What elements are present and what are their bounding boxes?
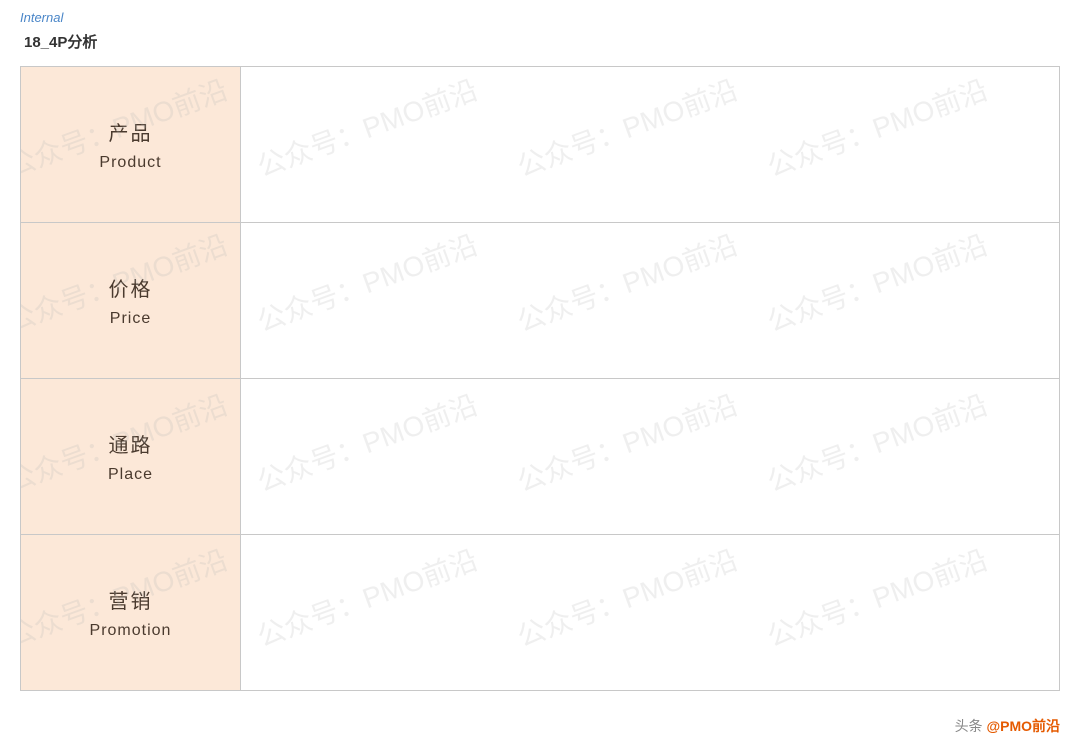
price-en: Price	[110, 310, 151, 328]
place-label-cell: 通路 Place	[21, 379, 241, 534]
price-label-cell: 价格 Price	[21, 223, 241, 378]
product-label-cell: 产品 Product	[21, 67, 241, 222]
product-content-cell[interactable]	[241, 67, 1059, 222]
product-row: 产品 Product	[21, 67, 1059, 223]
place-zh: 通路	[109, 429, 153, 458]
place-content-cell[interactable]	[241, 379, 1059, 534]
analysis-table: 公众号：PMO前沿 公众号：PMO前沿 公众号：PMO前沿 公众号：PMO前沿 …	[20, 66, 1060, 691]
place-en: Place	[108, 466, 153, 484]
promotion-row: 营销 Promotion	[21, 535, 1059, 690]
product-en: Product	[99, 154, 161, 172]
internal-label: Internal	[20, 10, 1060, 25]
promotion-content-cell[interactable]	[241, 535, 1059, 690]
footer-watermark: 头条 @PMO前沿	[955, 716, 1060, 736]
page-container: Internal 18_4P分析 公众号：PMO前沿 公众号：PMO前沿 公众号…	[0, 0, 1080, 748]
promotion-en: Promotion	[90, 622, 172, 640]
price-content-cell[interactable]	[241, 223, 1059, 378]
promotion-label-cell: 营销 Promotion	[21, 535, 241, 690]
product-zh: 产品	[109, 117, 153, 146]
promotion-zh: 营销	[109, 585, 153, 614]
page-title: 18_4P分析	[24, 31, 1060, 52]
price-row: 价格 Price	[21, 223, 1059, 379]
place-row: 通路 Place	[21, 379, 1059, 535]
footer-brand: @PMO前沿	[986, 718, 1060, 734]
price-zh: 价格	[109, 273, 153, 302]
